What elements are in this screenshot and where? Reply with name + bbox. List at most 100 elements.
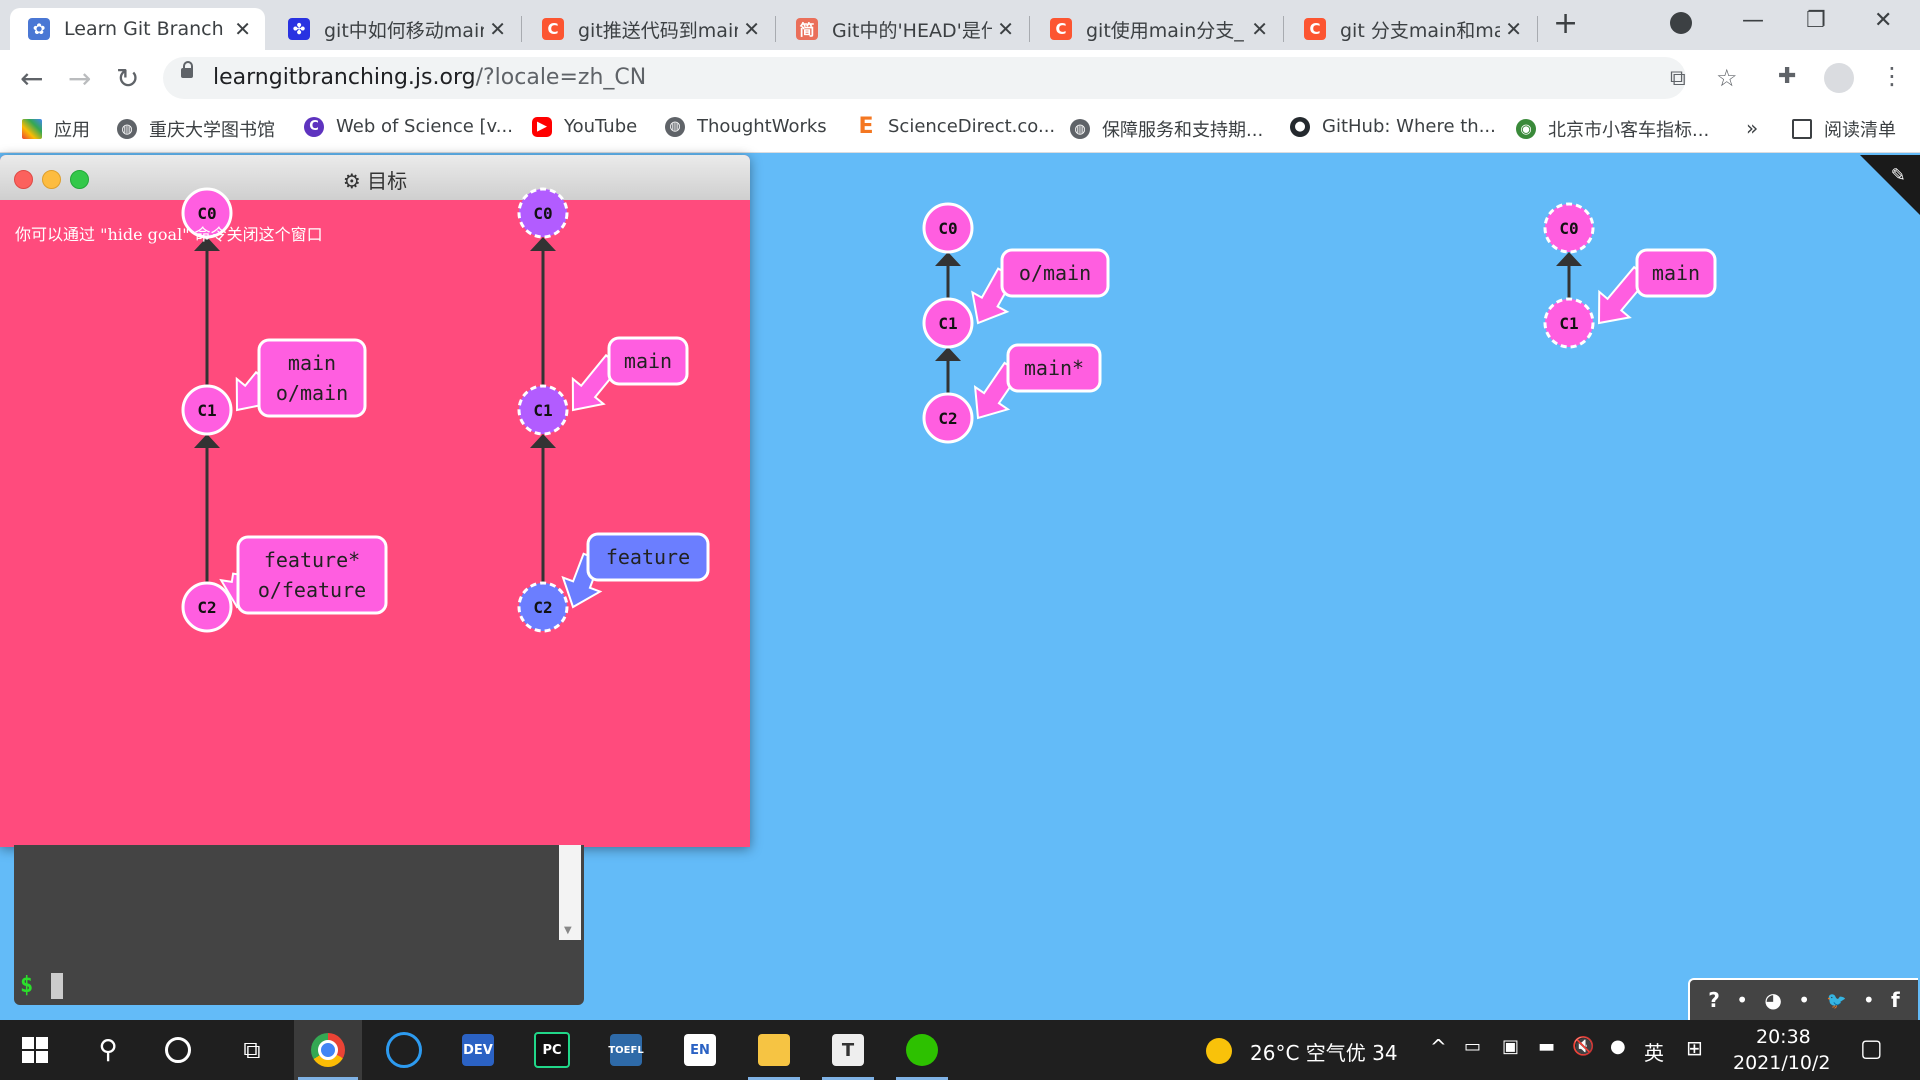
bookmarks-overflow-button[interactable]: » bbox=[1746, 116, 1758, 140]
back-arrow-icon[interactable]: ← bbox=[20, 62, 43, 95]
taskbar-chrome[interactable] bbox=[294, 1020, 362, 1080]
close-tab-icon[interactable]: ✕ bbox=[743, 17, 760, 41]
task-view-icon[interactable]: ⧉ bbox=[222, 1020, 282, 1080]
minimize-icon[interactable]: — bbox=[1742, 8, 1764, 33]
branch-name: feature* bbox=[264, 548, 360, 572]
close-tab-icon[interactable]: ✕ bbox=[1251, 17, 1268, 41]
help-icon[interactable]: ? bbox=[1708, 988, 1720, 1012]
tab-git-push-main[interactable]: C git推送代码到main ✕ bbox=[524, 8, 774, 50]
close-tab-icon[interactable]: ✕ bbox=[997, 17, 1014, 41]
taskbar-file-explorer[interactable] bbox=[744, 1020, 804, 1080]
taskbar-toefl[interactable]: TOEFL bbox=[596, 1020, 656, 1080]
csdn-favicon-icon: C bbox=[1304, 18, 1326, 40]
taskbar-dictionary[interactable]: EN bbox=[670, 1020, 730, 1080]
tab-git-head[interactable]: 简 Git中的'HEAD'是什 ✕ bbox=[778, 8, 1028, 50]
command-terminal[interactable]: ▼ $ bbox=[14, 845, 584, 1005]
branch-name: main* bbox=[1024, 356, 1084, 380]
twitter-icon[interactable]: 🐦 bbox=[1826, 991, 1846, 1010]
tab-strip: ✿ Learn Git Branchin ✕ ✤ git中如何移动main ✕ … bbox=[0, 0, 1920, 50]
close-window-icon[interactable]: ✕ bbox=[1874, 8, 1892, 33]
bookmark-support[interactable]: ◍ 保障服务和支持期... bbox=[1070, 116, 1263, 142]
network-icon[interactable]: ▭ bbox=[1464, 1036, 1481, 1057]
reading-list-button[interactable]: 阅读清单 bbox=[1792, 116, 1896, 142]
bookmarks-bar: 应用 ◍ 重庆大学图书馆 C Web of Science [v... ▶ Yo… bbox=[0, 108, 1920, 153]
url-text: learngitbranching.js.org/?locale=zh_CN bbox=[213, 65, 646, 90]
bookmark-cqu-library[interactable]: ◍ 重庆大学图书馆 bbox=[117, 116, 275, 142]
close-tab-icon[interactable]: ✕ bbox=[1505, 17, 1522, 41]
taskbar-pycharm[interactable]: PC bbox=[522, 1020, 582, 1080]
tab-learn-git[interactable]: ✿ Learn Git Branchin ✕ bbox=[10, 8, 265, 50]
parent-arrow-icon bbox=[935, 347, 961, 361]
branch-name: o/main bbox=[1019, 261, 1091, 285]
commit-label: C0 bbox=[533, 204, 552, 223]
bookmark-star-icon[interactable]: ☆ bbox=[1716, 64, 1738, 92]
goal-window[interactable]: ⚙ 目标 main o/main feature* o/feature C0 C1 C2 m… bbox=[0, 155, 750, 847]
toefl-icon: TOEFL bbox=[608, 1034, 644, 1066]
clock-time[interactable]: 20:38 bbox=[1756, 1026, 1811, 1048]
taskbar-wechat[interactable] bbox=[892, 1020, 952, 1080]
tab-git-main-branch[interactable]: C git使用main分支_ ✕ bbox=[1032, 8, 1282, 50]
taskbar-devcpp[interactable]: DEV bbox=[448, 1020, 508, 1080]
notification-icon[interactable]: ▢ bbox=[1860, 1034, 1883, 1062]
address-bar[interactable]: learngitbranching.js.org/?locale=zh_CN ⧉… bbox=[163, 57, 1738, 99]
cortana-icon[interactable] bbox=[148, 1020, 208, 1080]
taskbar-browser-app[interactable] bbox=[374, 1020, 434, 1080]
commit-label: C2 bbox=[938, 409, 957, 428]
bookmark-label: Web of Science [v... bbox=[336, 116, 513, 137]
tab-title: git中如何移动main bbox=[324, 19, 484, 42]
goal-visualization: main o/main feature* o/feature C0 C1 C2 main fe… bbox=[181, 187, 710, 633]
tab-git-branch-main-master[interactable]: C git 分支main和ma ✕ bbox=[1286, 8, 1536, 50]
device-icon[interactable]: ▣ bbox=[1502, 1036, 1519, 1057]
tab-git-move-main[interactable]: ✤ git中如何移动main ✕ bbox=[270, 8, 520, 50]
search-icon[interactable]: ⚲ bbox=[78, 1020, 138, 1080]
ime-language[interactable]: 英 bbox=[1644, 1037, 1664, 1066]
bookmark-sciencedirect[interactable]: E ScienceDirect.co... bbox=[856, 114, 1055, 139]
volume-muted-icon[interactable]: 🔇 bbox=[1572, 1036, 1594, 1057]
corner-ribbon[interactable]: ✎ bbox=[1860, 155, 1920, 215]
windows-taskbar: ⚲ ⧉ DEV PC TOEFL EN T 26°C 空气优 34 ^ ▭ ▣ … bbox=[0, 1020, 1920, 1080]
bookmark-github[interactable]: ● GitHub: Where th... bbox=[1290, 116, 1496, 137]
scroll-down-arrow-icon[interactable]: ▼ bbox=[564, 925, 572, 936]
forward-arrow-icon[interactable]: → bbox=[68, 62, 91, 95]
bookmark-thoughtworks[interactable]: ◍ ThoughtWorks bbox=[665, 116, 827, 137]
start-button[interactable] bbox=[5, 1020, 65, 1080]
bookmark-youtube[interactable]: ▶ YouTube bbox=[532, 116, 637, 137]
en-dictionary-icon: EN bbox=[684, 1034, 716, 1066]
close-tab-icon[interactable]: ✕ bbox=[234, 17, 251, 41]
taskbar-typora[interactable]: T bbox=[818, 1020, 878, 1080]
clock-date[interactable]: 2021/10/2 bbox=[1733, 1052, 1830, 1074]
more-menu-icon[interactable]: ⋮ bbox=[1880, 62, 1904, 90]
translate-icon[interactable]: ⧉ bbox=[1670, 66, 1686, 91]
tray-expand-icon[interactable]: ^ bbox=[1430, 1035, 1447, 1059]
bookmark-beijing-car[interactable]: ◉ 北京市小客车指标... bbox=[1516, 116, 1709, 142]
goal-remote-graph: main feature C0 C1 C2 bbox=[517, 187, 710, 633]
qq-icon[interactable]: ● bbox=[1610, 1036, 1626, 1057]
bookmark-apps[interactable]: 应用 bbox=[22, 116, 90, 142]
terminal-cursor[interactable] bbox=[51, 973, 63, 999]
weather-text[interactable]: 26°C 空气优 34 bbox=[1250, 1037, 1398, 1066]
commit-label: C2 bbox=[197, 598, 216, 617]
battery-icon[interactable]: ▬ bbox=[1538, 1036, 1555, 1057]
wrench-icon: ✎ bbox=[1891, 162, 1904, 187]
terminal-scrollbar[interactable]: ▼ bbox=[559, 845, 581, 940]
globe-icon[interactable]: ◕ bbox=[1764, 988, 1781, 1012]
windows-logo-icon bbox=[22, 1037, 48, 1063]
tab-separator bbox=[1283, 16, 1284, 42]
separator-dot: • bbox=[1862, 988, 1875, 1012]
profile-avatar-icon[interactable] bbox=[1824, 63, 1854, 93]
close-tab-icon[interactable]: ✕ bbox=[489, 17, 506, 41]
extensions-puzzle-icon[interactable]: ✚ bbox=[1778, 64, 1796, 89]
reload-icon[interactable]: ↻ bbox=[116, 62, 139, 95]
bookmark-web-of-science[interactable]: C Web of Science [v... bbox=[304, 116, 513, 137]
browser-app-icon bbox=[386, 1032, 422, 1068]
ime-mode-icon[interactable]: ⊞ bbox=[1686, 1036, 1703, 1060]
weather-sun-icon bbox=[1206, 1038, 1232, 1064]
bookmark-label: ThoughtWorks bbox=[697, 116, 827, 137]
youtube-icon: ▶ bbox=[532, 116, 552, 137]
tab-search-icon[interactable] bbox=[1670, 12, 1692, 34]
reading-list-icon bbox=[1792, 119, 1812, 139]
new-tab-button[interactable]: + bbox=[1553, 6, 1578, 41]
chrome-icon-center bbox=[318, 1040, 338, 1060]
facebook-icon[interactable]: f bbox=[1891, 988, 1900, 1012]
restore-icon[interactable]: ❐ bbox=[1806, 8, 1826, 33]
